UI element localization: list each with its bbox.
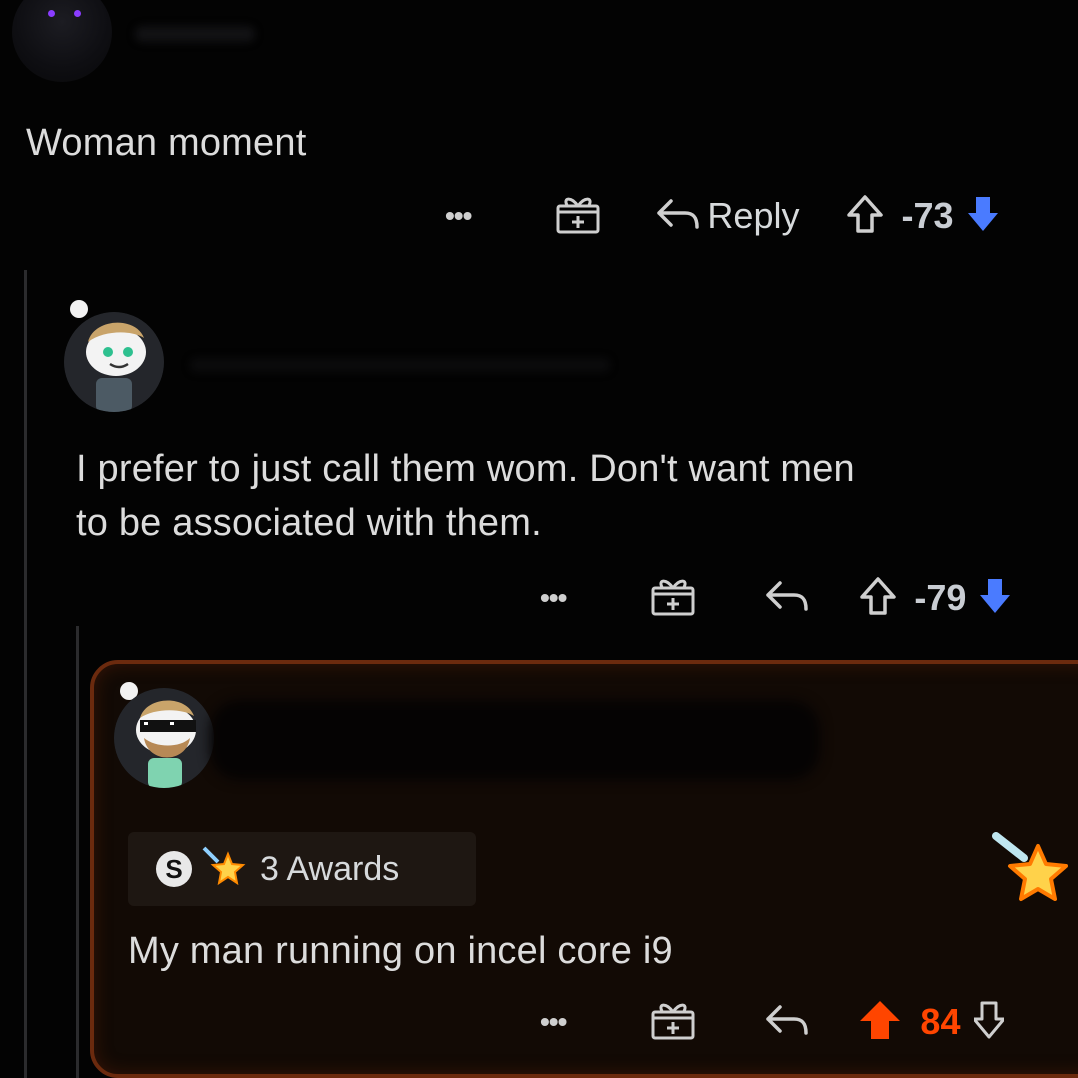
thread-line[interactable]	[24, 270, 27, 1078]
awards-label: 3 Awards	[260, 849, 400, 888]
vote-score: -73	[901, 195, 954, 236]
username-redacted	[135, 26, 255, 42]
reply-icon[interactable]	[764, 1003, 809, 1042]
upvote-icon[interactable]	[858, 999, 902, 1046]
avatar[interactable]	[114, 688, 214, 788]
reply-button[interactable]: Reply	[707, 195, 799, 237]
username-redacted	[190, 358, 610, 372]
comment-body: I prefer to just call them wom. Don't wa…	[76, 442, 1078, 550]
more-options-button[interactable]: •••	[445, 200, 472, 232]
awards-pill[interactable]: S 3 Awards	[128, 832, 476, 906]
more-options-button[interactable]: •••	[540, 1006, 567, 1038]
downvote-icon[interactable]	[972, 1000, 1006, 1045]
downvote-icon[interactable]	[967, 194, 998, 239]
award-icon	[202, 846, 246, 893]
comment-actions: ••• 84	[540, 1000, 1078, 1045]
online-indicator	[70, 300, 88, 318]
gift-icon[interactable]	[555, 194, 601, 239]
avatar[interactable]	[64, 312, 164, 412]
comment-line: I prefer to just call them wom. Don't wa…	[76, 448, 855, 490]
gift-icon[interactable]	[650, 576, 696, 621]
vote-score: -79	[914, 577, 967, 618]
comment-body: My man running on incel core i9	[128, 930, 673, 972]
avatar[interactable]	[12, 0, 112, 82]
upvote-icon[interactable]	[858, 576, 898, 621]
reply-icon[interactable]	[764, 579, 809, 618]
vote-score: 84	[920, 1001, 961, 1042]
star-award-icon	[992, 832, 1072, 917]
comment-body: Woman moment	[26, 122, 307, 164]
avatar-eye	[48, 10, 55, 17]
gift-icon[interactable]	[650, 1000, 696, 1045]
comment-actions: ••• -79	[540, 576, 1078, 621]
comment-actions: ••• Reply -73	[445, 194, 1078, 239]
reply-icon[interactable]	[655, 197, 700, 236]
avatar-eye	[74, 10, 81, 17]
username-redacted	[210, 700, 820, 780]
award-icon: S	[156, 851, 192, 887]
more-options-button[interactable]: •••	[540, 582, 567, 614]
upvote-icon[interactable]	[845, 194, 885, 239]
thread-line[interactable]	[76, 626, 79, 1078]
comment-line: to be associated with them.	[76, 502, 542, 544]
downvote-icon[interactable]	[980, 576, 1011, 621]
